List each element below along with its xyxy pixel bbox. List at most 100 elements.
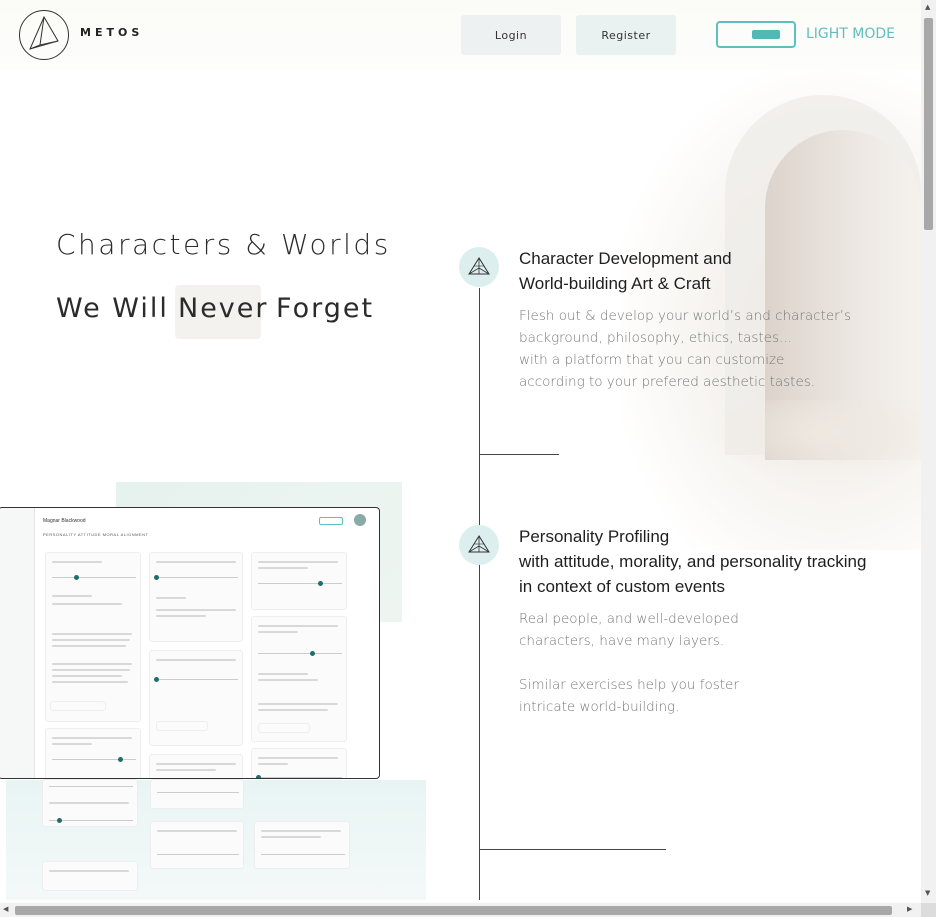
pyramid-icon [459, 247, 499, 287]
preview-slider-knob [57, 818, 62, 823]
preview-text-line [52, 633, 132, 635]
preview-slider [157, 792, 239, 793]
top-header: METOS Login Register LIGHT MODE [0, 0, 921, 70]
preview-text-line [258, 673, 308, 675]
preview-card [45, 552, 141, 722]
preview-text-line [258, 561, 338, 563]
preview-text-line [49, 802, 129, 804]
preview-slider [258, 777, 342, 778]
preview-card [251, 552, 347, 610]
metos-logo-icon[interactable] [19, 10, 69, 60]
scroll-left-icon[interactable]: ◀ [3, 905, 8, 913]
preview-card [251, 616, 347, 742]
preview-slider-knob [154, 575, 159, 580]
preview-avatar [354, 514, 366, 526]
tagline-word-2: Never [178, 293, 269, 324]
preview-text-line [49, 870, 129, 872]
preview-text-line [52, 675, 122, 677]
register-button[interactable]: Register [576, 15, 676, 55]
feature-2-title-line: Personality Profiling [519, 527, 670, 546]
preview-button [50, 701, 106, 711]
preview-text-line [156, 769, 216, 771]
theme-toggle[interactable] [716, 21, 796, 48]
scroll-down-icon[interactable]: ▼ [925, 889, 930, 897]
preview-text-line [258, 763, 288, 765]
preview-slider [258, 653, 342, 654]
preview-slider-knob [310, 651, 315, 656]
feature-2-title-line: in context of custom events [519, 577, 725, 596]
scroll-right-icon[interactable]: ▶ [907, 905, 912, 913]
logo-text[interactable]: METOS [80, 26, 143, 39]
feature-1-desc-line: Flesh out & develop your world’s and cha… [519, 308, 852, 324]
preview-text-line [157, 830, 237, 832]
preview-slider [156, 679, 238, 680]
preview-text-line [258, 631, 298, 633]
preview-text-line [156, 561, 236, 563]
preview-lower-cards [42, 779, 352, 900]
horizontal-scroll-thumb[interactable] [15, 906, 892, 915]
preview-text-line [156, 659, 236, 661]
preview-text-line [258, 679, 318, 681]
preview-slider-knob [318, 581, 323, 586]
preview-slider [261, 854, 345, 855]
preview-button [258, 723, 310, 733]
preview-card [42, 861, 138, 891]
preview-text-line [258, 709, 328, 711]
preview-card [251, 748, 347, 778]
preview-tabs: PERSONALITY ATTITUDE MORAL ALIGNMENT [43, 532, 149, 537]
toggle-knob [752, 30, 780, 39]
preview-text-line [156, 763, 236, 765]
preview-slider [157, 854, 239, 855]
preview-slider-knob [118, 757, 123, 762]
preview-theme-toggle [319, 517, 343, 525]
preview-slider-knob [154, 677, 159, 682]
feature-1-title: Character Development and World-building… [519, 246, 732, 296]
preview-text-line [258, 757, 338, 759]
theme-mode-label[interactable]: LIGHT MODE [806, 26, 895, 42]
tagline-word-3: Forget [276, 293, 375, 324]
preview-text-line [52, 595, 92, 597]
preview-text-line [52, 681, 128, 683]
preview-text-line [261, 830, 341, 832]
timeline-divider-2 [479, 849, 666, 850]
feature-2-description-extra: Similar exercises help you foster intric… [519, 674, 739, 718]
preview-text-line [258, 703, 338, 705]
feature-1-desc-line: with a platform that you can customize [519, 352, 785, 368]
preview-character-name: Magnar Blackwood [43, 518, 86, 524]
preview-text-line [258, 625, 338, 627]
preview-card [149, 552, 243, 642]
preview-text-line [261, 836, 321, 838]
timeline-line [479, 288, 480, 900]
preview-text-line [156, 597, 186, 599]
login-button[interactable]: Login [461, 15, 561, 55]
preview-text-line [52, 645, 126, 647]
feature-2-desc-line: characters, have many layers. [519, 633, 725, 649]
preview-card [150, 821, 244, 869]
feature-1-desc-line: background, philosophy, ethics, tastes..… [519, 330, 792, 346]
preview-slider [258, 583, 342, 584]
feature-1-description: Flesh out & develop your world’s and cha… [519, 305, 851, 393]
feature-2-description: Real people, and well-developed characte… [519, 608, 739, 652]
preview-text-line [52, 639, 130, 641]
preview-button [156, 721, 208, 731]
preview-card [254, 821, 350, 869]
feature-2-desc-line: Real people, and well-developed [519, 611, 739, 627]
preview-text-line [156, 615, 206, 617]
hero-title: Characters & Worlds [56, 228, 391, 261]
feature-1-title-line: World-building Art & Craft [519, 274, 711, 293]
vertical-scroll-thumb[interactable] [924, 18, 933, 230]
preview-card [150, 779, 244, 809]
feature-2-desc-line: intricate world-building. [519, 699, 680, 715]
preview-card [149, 650, 243, 746]
scrollbar-corner [921, 903, 936, 917]
preview-card [149, 754, 243, 778]
feature-2-title-line: with attitude, morality, and personality… [519, 552, 867, 571]
feature-1-title-line: Character Development and [519, 249, 732, 268]
preview-text-line [52, 603, 122, 605]
preview-text-line [52, 663, 132, 665]
preview-text-line [156, 609, 236, 611]
preview-text-line [52, 737, 132, 739]
arch-floor-decoration [700, 400, 921, 480]
scroll-up-icon[interactable]: ▲ [925, 3, 930, 11]
preview-sidebar [0, 508, 35, 778]
